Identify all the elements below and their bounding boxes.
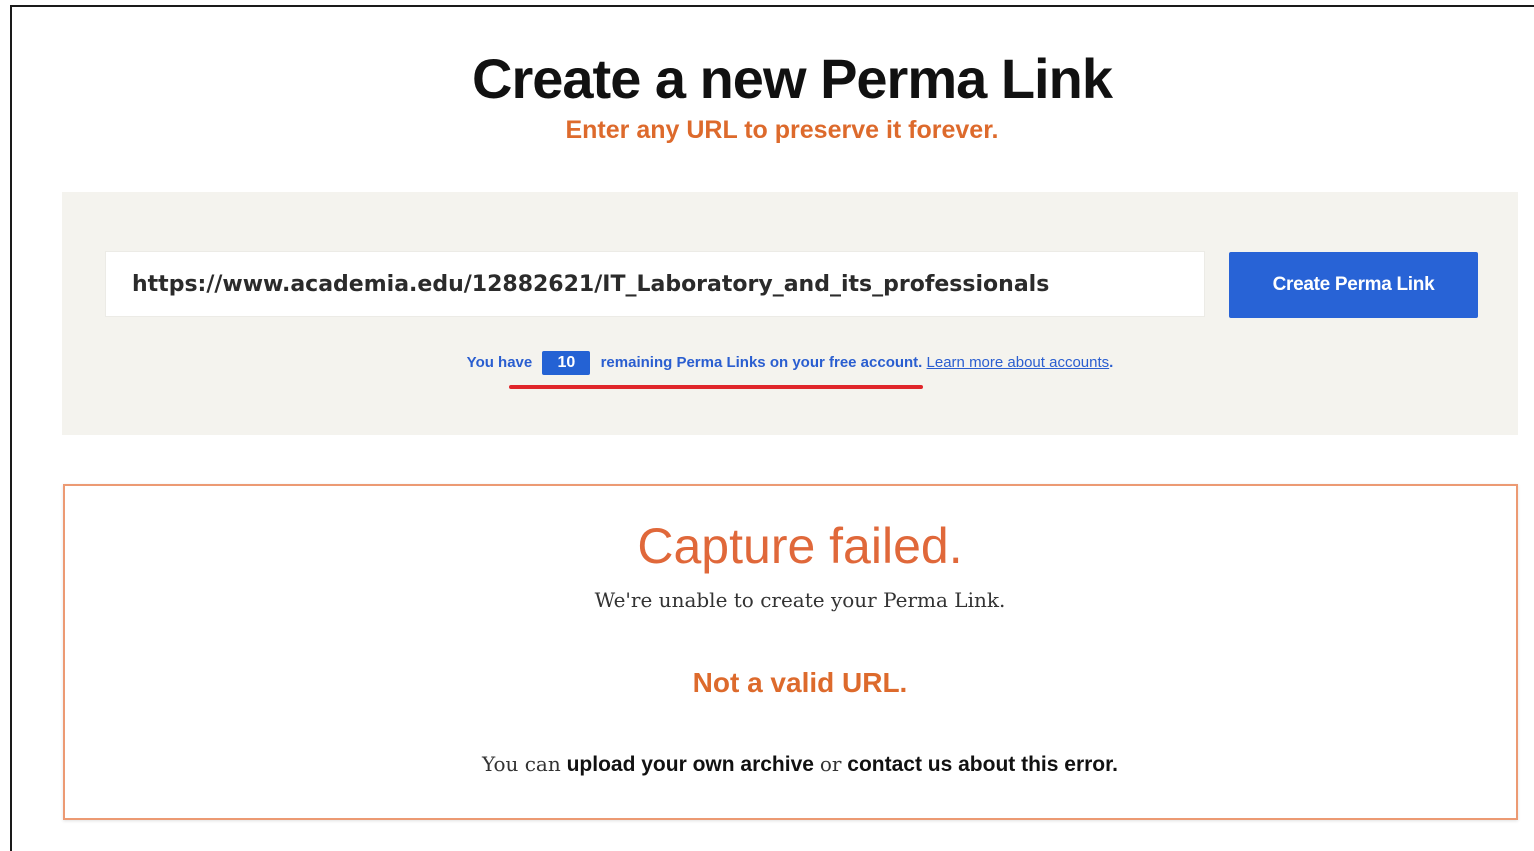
url-input[interactable] [105,251,1205,317]
error-title: Capture failed. [637,518,963,574]
page-title: Create a new Perma Link [472,47,1113,110]
contact-us-link[interactable]: contact us about this error [847,753,1112,776]
upload-archive-link[interactable]: upload your own archive [567,753,814,776]
error-detail: Not a valid URL. [692,667,908,698]
annotation-underline [509,385,923,389]
quota-trailing: . [1109,354,1114,371]
remaining-count-badge: 10 [542,351,591,376]
help-prefix: You can [481,752,561,776]
quota-suffix: remaining Perma Links on your free accou… [600,354,923,371]
learn-more-accounts-link[interactable]: Learn more about accounts [927,354,1110,371]
page-subtitle: Enter any URL to preserve it forever. [565,116,999,144]
create-perma-link-button[interactable]: Create Perma Link [1229,252,1478,318]
capture-error-panel: Capture failed. We're unable to create y… [63,484,1518,820]
quota-notice: You have 10 remaining Perma Links on you… [62,350,1518,376]
help-middle: or [819,752,842,776]
page-frame: Create a new Perma Link Enter any URL to… [10,5,1534,851]
create-link-panel: Create Perma Link You have 10 remaining … [62,192,1518,435]
help-suffix: . [1112,753,1118,776]
error-help-line: You can upload your own archive or conta… [65,749,1534,780]
quota-prefix: You have [466,354,533,371]
error-message: We're unable to create your Perma Link. [594,588,1006,612]
